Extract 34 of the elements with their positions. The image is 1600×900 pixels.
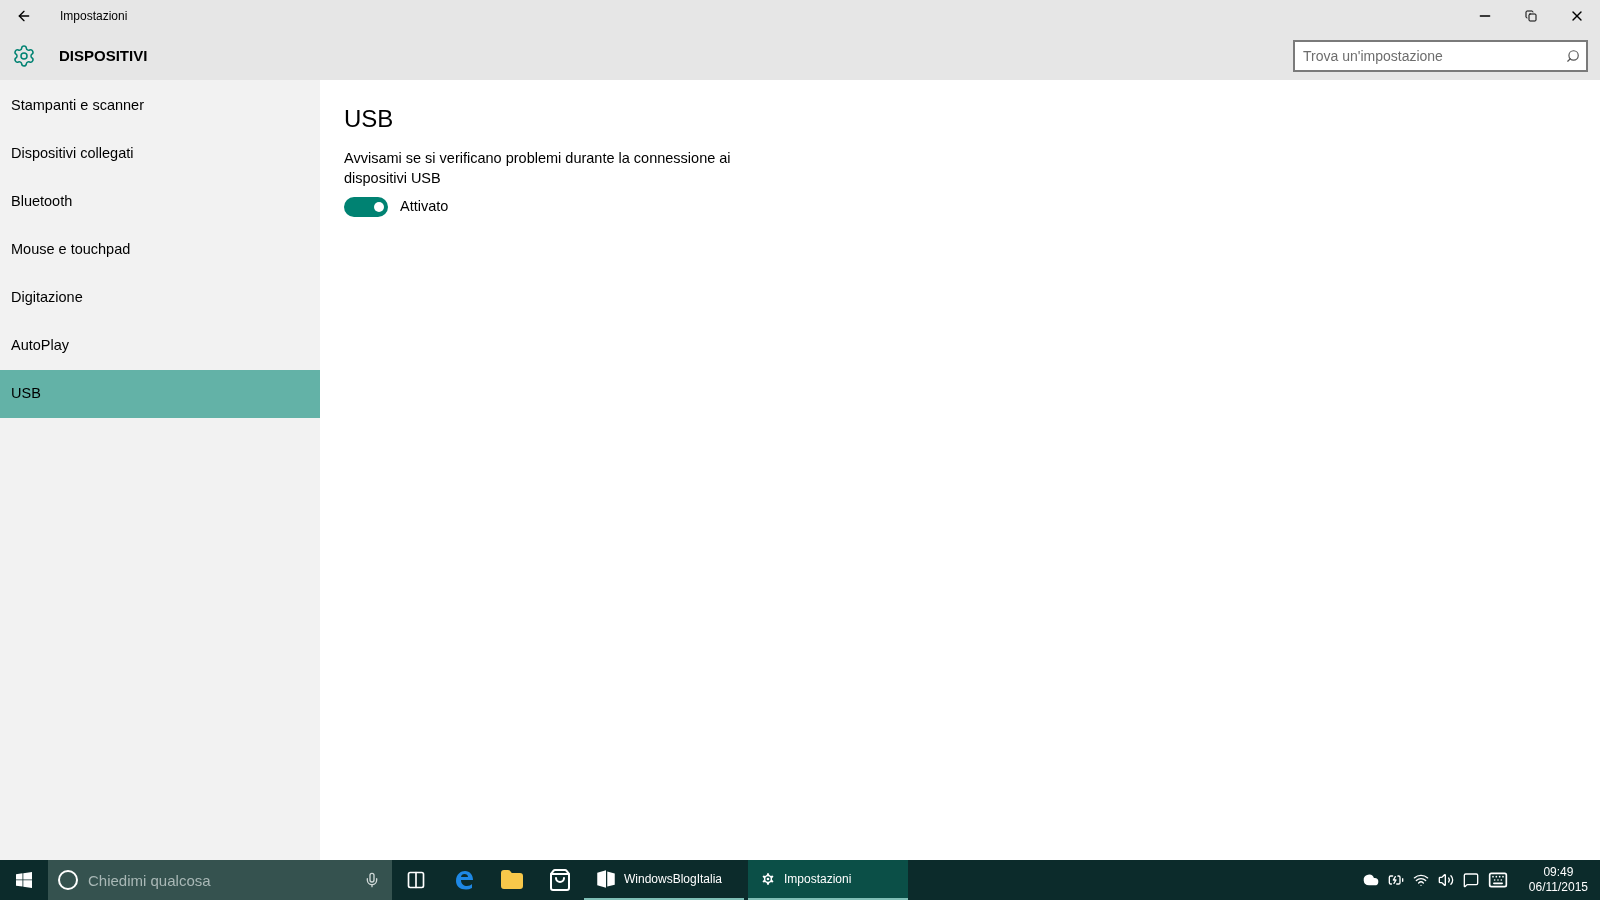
- toggle-switch[interactable]: [344, 196, 388, 217]
- taskbar-search-field[interactable]: Chiedimi qualcosa: [48, 860, 392, 900]
- sidebar-item[interactable]: Dispositivi collegati: [0, 130, 320, 178]
- setting-description: Avvisami se si verificano problemi durante la connessione ai dispositivi USB: [344, 149, 732, 188]
- search-icon[interactable]: [1566, 49, 1580, 63]
- clock[interactable]: 09:49 06/11/2015: [1528, 865, 1588, 895]
- sidebar-item[interactable]: Stampanti e scanner: [0, 82, 320, 130]
- gear-icon: [760, 871, 776, 887]
- sidebar-item[interactable]: Mouse e touchpad: [0, 226, 320, 274]
- folder-icon[interactable]: [500, 868, 524, 892]
- window-icon: [596, 869, 616, 889]
- sidebar-item[interactable]: AutoPlay: [0, 322, 320, 370]
- section-title: USB: [344, 104, 395, 134]
- search-field[interactable]: Trova un'impostazione: [1293, 40, 1588, 72]
- taskbar-app-button[interactable]: Impostazioni: [748, 860, 908, 900]
- sidebar-item[interactable]: Digitazione: [0, 274, 320, 322]
- toggle-label: Attivato: [400, 197, 449, 216]
- restore-icon[interactable]: [1525, 10, 1537, 22]
- speaker-icon[interactable]: [1437, 872, 1454, 888]
- back-icon[interactable]: [16, 8, 32, 24]
- gear-icon: [12, 44, 36, 68]
- notification-icon[interactable]: [1462, 872, 1479, 888]
- battery-icon[interactable]: [1387, 872, 1404, 888]
- task-view-icon[interactable]: [406, 870, 426, 890]
- page-title: DISPOSITIVI: [59, 45, 148, 66]
- keyboard-icon[interactable]: [1487, 870, 1508, 890]
- microphone-icon[interactable]: [364, 872, 380, 888]
- sidebar-item[interactable]: USB: [0, 370, 320, 418]
- sidebar-item[interactable]: Bluetooth: [0, 178, 320, 226]
- cloud-icon[interactable]: [1362, 872, 1379, 888]
- window-title: Impostazioni: [60, 8, 128, 25]
- shopping-bag-icon[interactable]: [548, 868, 572, 892]
- wifi-icon[interactable]: [1412, 872, 1429, 888]
- windows-logo-icon[interactable]: [16, 872, 32, 888]
